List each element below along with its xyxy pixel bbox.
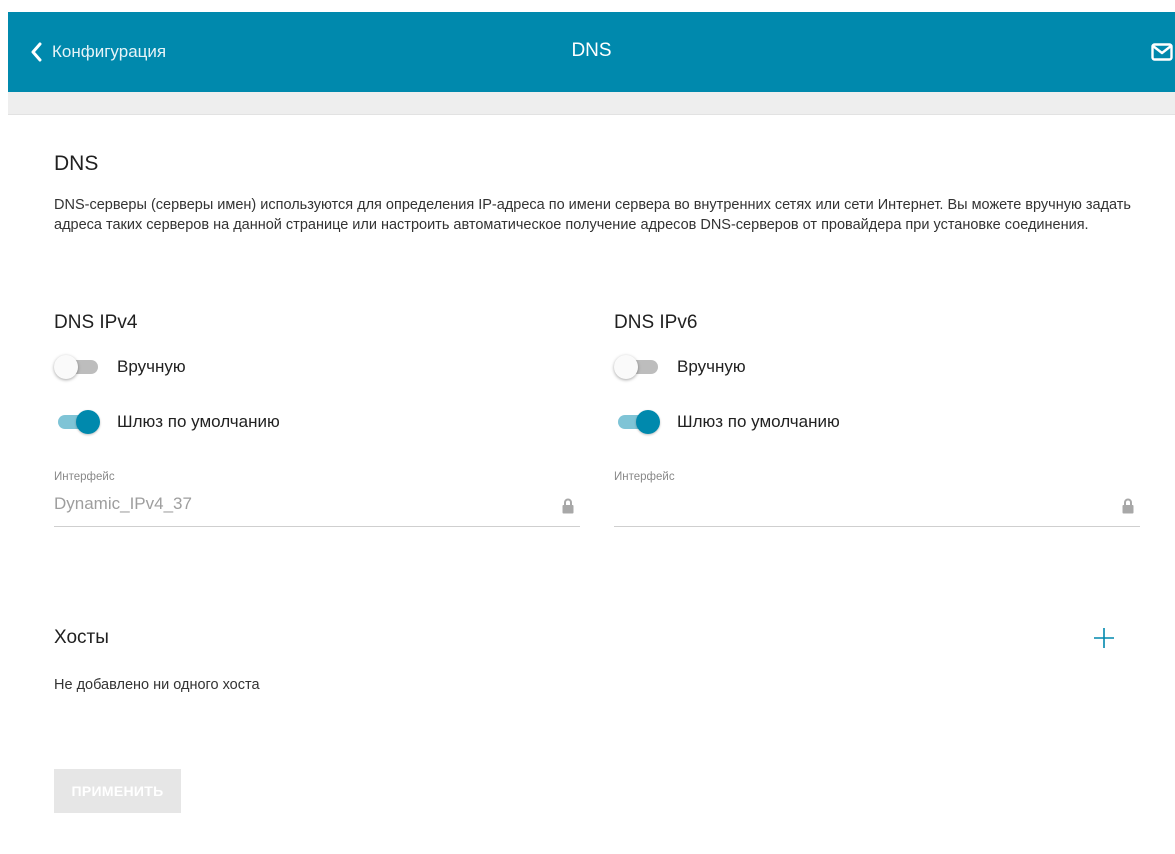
ipv4-gateway-label: Шлюз по умолчанию xyxy=(117,412,280,431)
ipv4-manual-label: Вручную xyxy=(117,357,186,376)
ipv6-interface-field[interactable]: Интерфейс xyxy=(614,471,1140,531)
header-bar: Конфигурация DNS xyxy=(8,12,1175,92)
ipv4-manual-switch[interactable] xyxy=(54,354,100,380)
top-margin xyxy=(0,0,1175,12)
ipv6-interface-label: Интерфейс xyxy=(614,471,675,483)
ipv6-gateway-switch[interactable] xyxy=(614,409,660,435)
ipv6-manual-label: Вручную xyxy=(677,357,746,376)
header-spacer xyxy=(8,92,1175,115)
ipv4-interface-field[interactable]: Интерфейс Dynamic_IPv4_37 xyxy=(54,471,580,531)
ipv6-manual-toggle[interactable]: Вручную xyxy=(614,354,746,380)
section-title: DNS xyxy=(54,152,99,175)
plus-icon[interactable] xyxy=(1093,627,1115,654)
ipv4-interface-label: Интерфейс xyxy=(54,471,115,483)
ipv6-interface-underline xyxy=(614,526,1140,527)
ipv6-title: DNS IPv6 xyxy=(614,312,698,333)
ipv4-manual-toggle[interactable]: Вручную xyxy=(54,354,186,380)
lock-icon xyxy=(562,498,574,519)
section-description: DNS-серверы (серверы имен) используются … xyxy=(54,197,1131,233)
hosts-empty-message: Не добавлено ни одного хоста xyxy=(54,677,260,693)
hosts-title: Хосты xyxy=(54,627,109,648)
page: Конфигурация DNS DNS DNS-серверы (сервер… xyxy=(0,0,1175,854)
ipv4-interface-underline xyxy=(54,526,580,527)
ipv6-manual-switch[interactable] xyxy=(614,354,660,380)
ipv4-interface-value: Dynamic_IPv4_37 xyxy=(54,494,192,513)
dns-panel: DNS DNS-серверы (серверы имен) использую… xyxy=(8,115,1175,854)
ipv4-gateway-toggle[interactable]: Шлюз по умолчанию xyxy=(54,409,280,435)
mail-icon[interactable] xyxy=(1151,43,1173,66)
page-title: DNS xyxy=(571,40,612,61)
apply-button[interactable]: ПРИМЕНИТЬ xyxy=(54,769,181,813)
ipv4-gateway-switch[interactable] xyxy=(54,409,100,435)
ipv6-gateway-toggle[interactable]: Шлюз по умолчанию xyxy=(614,409,840,435)
ipv4-title: DNS IPv4 xyxy=(54,312,138,333)
lock-icon xyxy=(1122,498,1134,519)
ipv6-gateway-label: Шлюз по умолчанию xyxy=(677,412,840,431)
